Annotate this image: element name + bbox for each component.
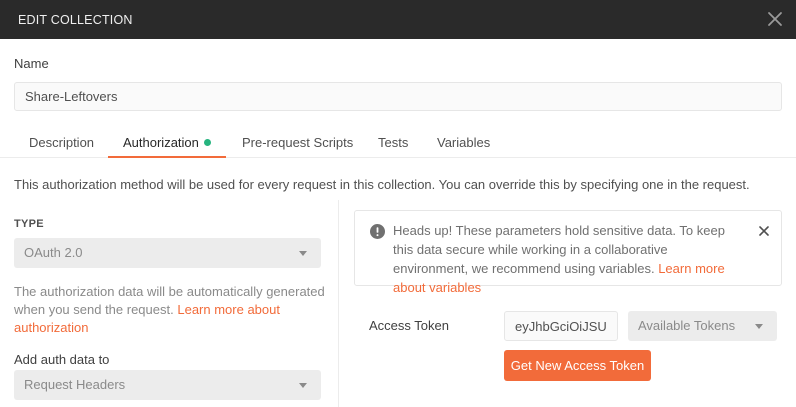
- alert-message: Heads up! These parameters hold sensitiv…: [393, 221, 745, 297]
- auth-type-select[interactable]: OAuth 2.0: [14, 238, 321, 268]
- status-dot-icon: [203, 139, 211, 147]
- title-bar: EDIT COLLECTION: [0, 0, 796, 39]
- add-auth-data-value: Request Headers: [24, 377, 126, 392]
- authorization-intro-text: This authorization method will be used f…: [14, 177, 750, 192]
- get-new-access-token-button[interactable]: Get New Access Token: [504, 350, 651, 381]
- auth-type-panel: TYPE OAuth 2.0 The authorization data wi…: [0, 200, 338, 407]
- add-auth-data-label: Add auth data to: [14, 352, 110, 367]
- panel-divider: [338, 200, 339, 407]
- type-label: TYPE: [14, 218, 44, 230]
- close-icon[interactable]: [762, 6, 788, 32]
- tab-variables[interactable]: Variables: [422, 128, 505, 158]
- tab-label: Pre-request Scripts: [242, 135, 354, 150]
- tab-label: Tests: [378, 135, 409, 150]
- tab-bar: Description Authorization Pre-request Sc…: [0, 128, 796, 158]
- access-token-label: Access Token: [369, 318, 449, 333]
- chevron-down-icon: [299, 383, 307, 388]
- chevron-down-icon: [299, 251, 307, 256]
- tab-label: Variables: [437, 135, 491, 150]
- available-tokens-value: Available Tokens: [638, 318, 736, 333]
- tab-pre-request-scripts[interactable]: Pre-request Scripts: [227, 128, 368, 158]
- sensitive-data-alert: Heads up! These parameters hold sensitiv…: [354, 210, 782, 295]
- available-tokens-select[interactable]: Available Tokens: [628, 311, 777, 341]
- tab-label: Description: [29, 135, 95, 150]
- access-token-input[interactable]: [504, 311, 618, 341]
- exclamation-circle-icon: [370, 224, 385, 239]
- close-icon[interactable]: [757, 224, 771, 238]
- tab-label: Authorization: [123, 135, 199, 150]
- window-title: EDIT COLLECTION: [18, 12, 133, 27]
- tab-authorization[interactable]: Authorization: [108, 128, 226, 158]
- name-label: Name: [14, 56, 49, 71]
- tab-description[interactable]: Description: [14, 128, 109, 158]
- collection-name-input[interactable]: [14, 82, 782, 111]
- tab-tests[interactable]: Tests: [363, 128, 423, 158]
- auth-description: The authorization data will be automatic…: [14, 283, 326, 337]
- auth-type-value: OAuth 2.0: [24, 245, 83, 260]
- chevron-down-icon: [755, 324, 763, 329]
- add-auth-data-select[interactable]: Request Headers: [14, 370, 321, 400]
